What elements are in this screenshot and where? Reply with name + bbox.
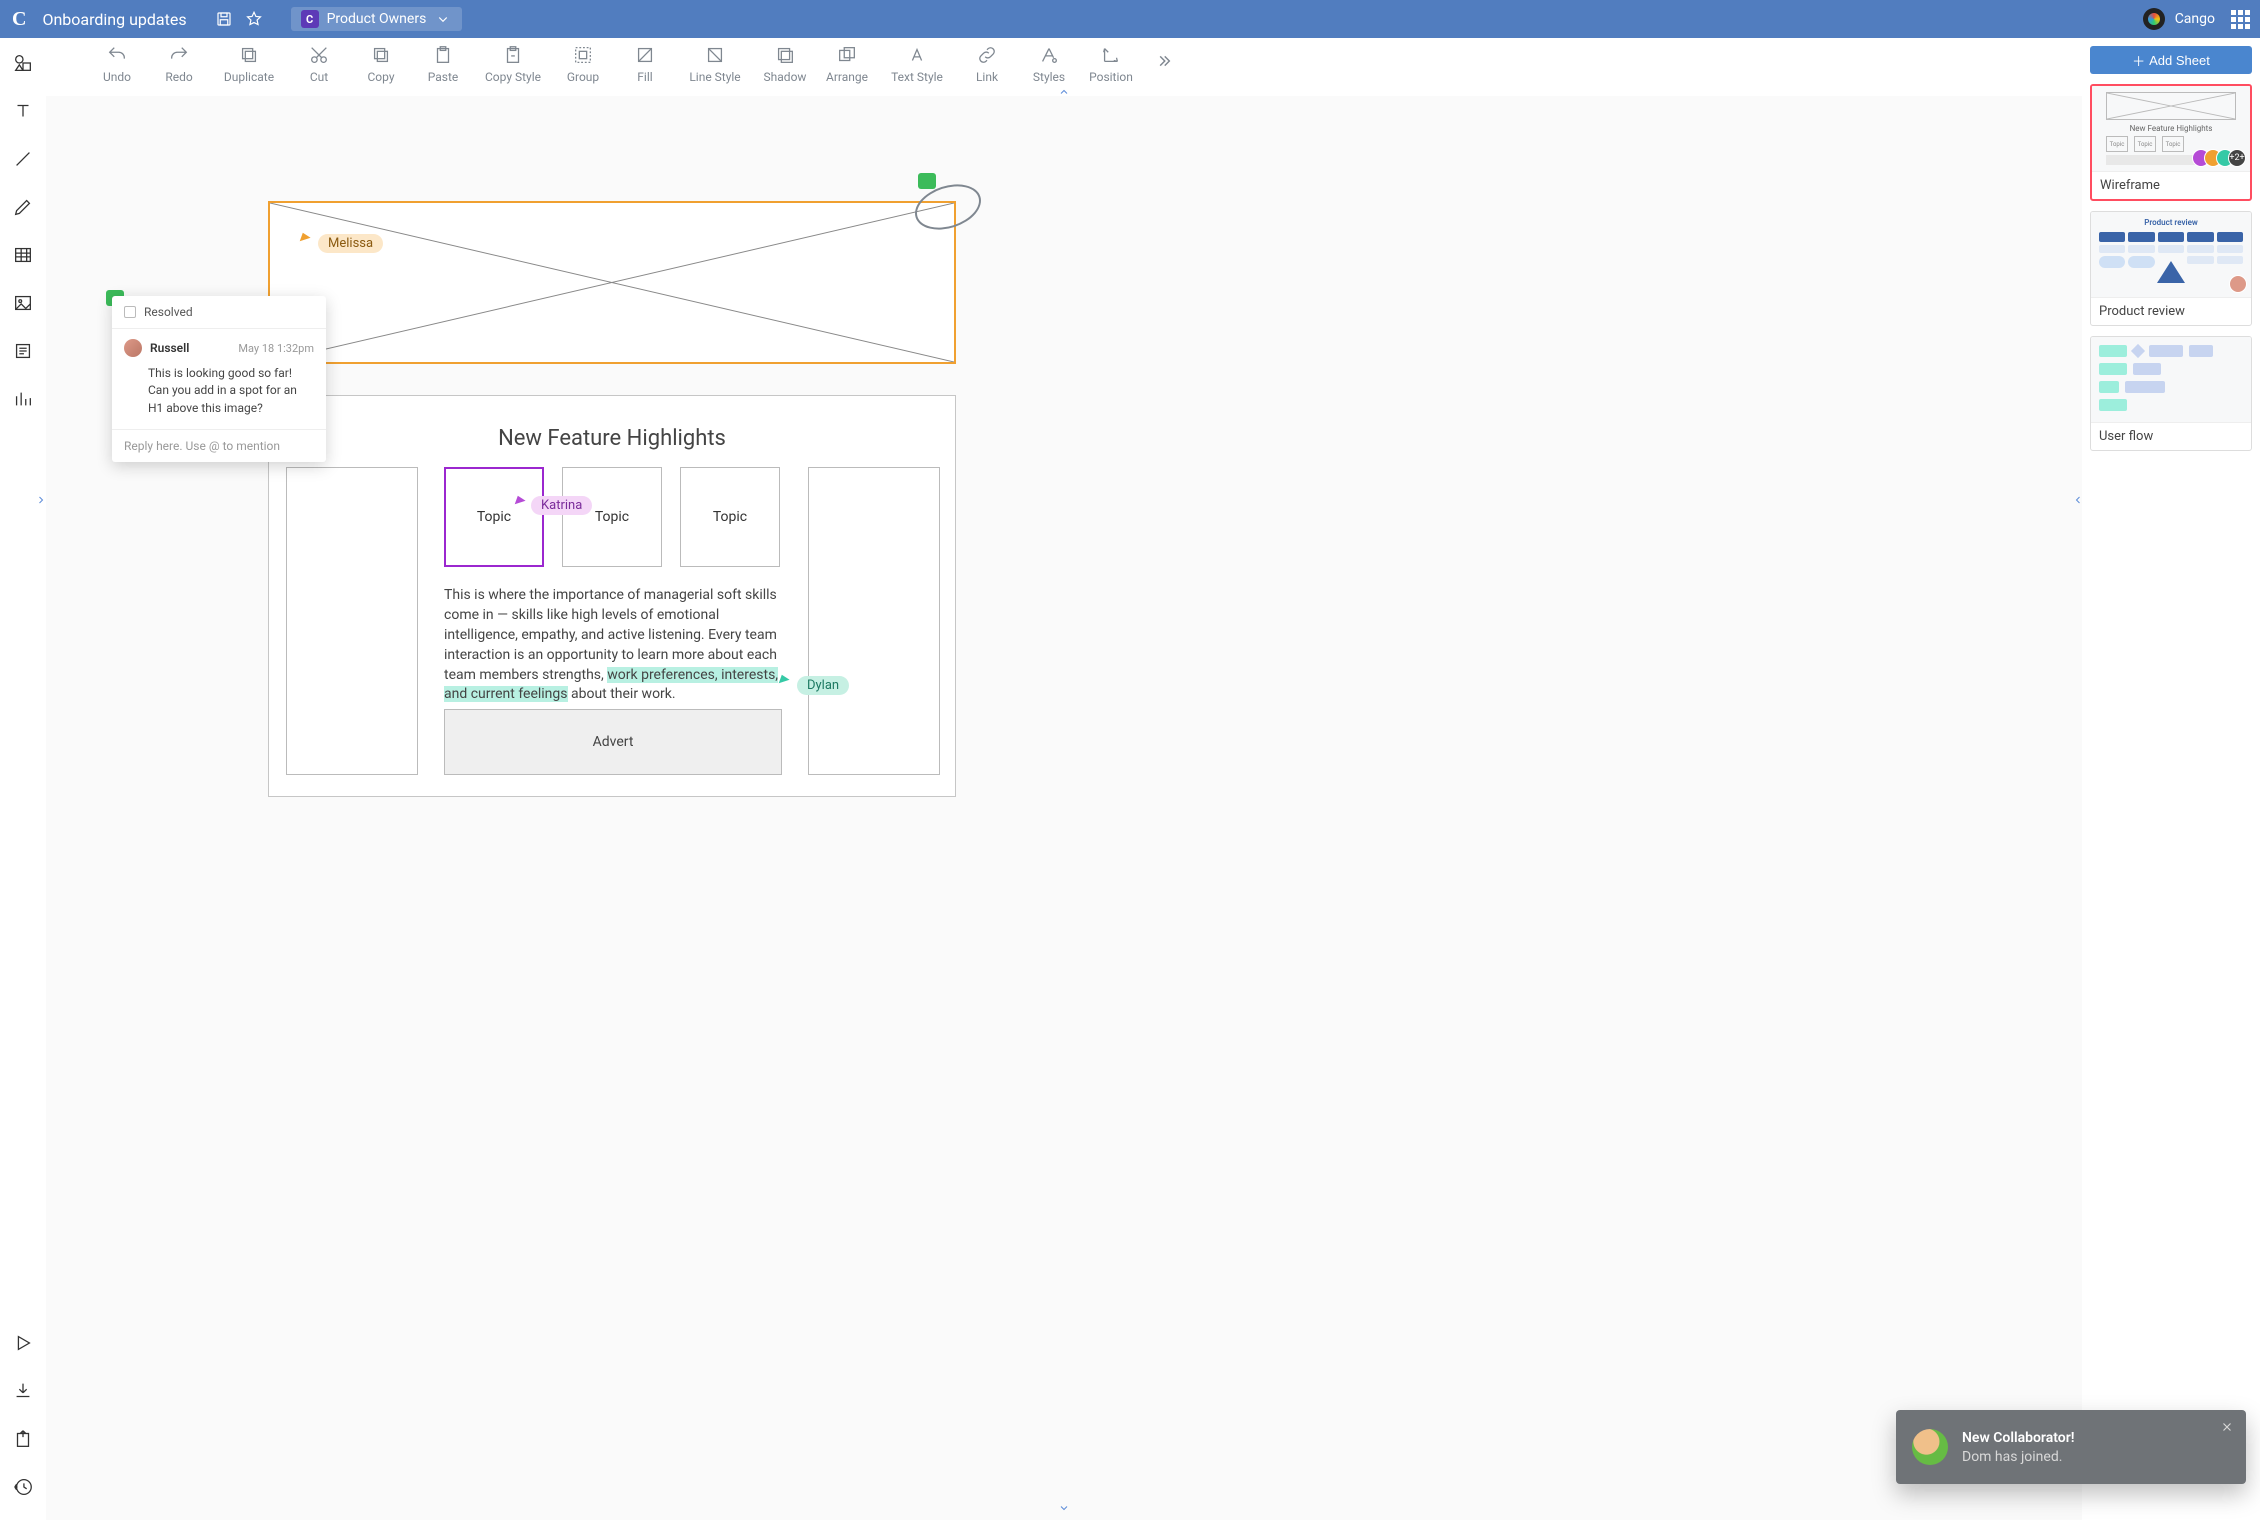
paste-button[interactable]: Paste bbox=[412, 44, 474, 84]
comment-body-text: This is looking good so far! Can you add… bbox=[124, 365, 314, 417]
canvas[interactable]: Melissa New Feature Highlights Topic Top… bbox=[46, 96, 2082, 1520]
brand-block[interactable]: Cango bbox=[2143, 8, 2221, 30]
save-icon[interactable] bbox=[215, 10, 233, 28]
tall-box-right[interactable] bbox=[808, 467, 940, 775]
toast-title: New Collaborator! bbox=[1962, 1430, 2074, 1446]
sheet-card-product-review[interactable]: Product review Product review bbox=[2090, 211, 2252, 326]
app-header: C Onboarding updates C Product Owners Ca… bbox=[0, 0, 2260, 38]
star-icon[interactable] bbox=[245, 10, 263, 28]
duplicate-button[interactable]: Duplicate bbox=[210, 44, 288, 84]
styles-button[interactable]: Styles bbox=[1018, 44, 1080, 84]
topic-box-3[interactable]: Topic bbox=[680, 467, 780, 567]
comment-reply-input[interactable]: Reply here. Use @ to mention bbox=[112, 430, 326, 462]
position-button[interactable]: Position bbox=[1080, 44, 1142, 84]
share-sheet-icon[interactable] bbox=[8, 1424, 38, 1454]
apps-grid-icon[interactable] bbox=[2231, 10, 2250, 29]
sheet-thumb: New Feature Highlights TopicTopicTopic +… bbox=[2092, 86, 2250, 172]
wireframe-body-text[interactable]: This is where the importance of manageri… bbox=[444, 586, 782, 705]
image-tool-icon[interactable] bbox=[8, 288, 38, 318]
group-button[interactable]: Group bbox=[552, 44, 614, 84]
line-style-button[interactable]: Line Style bbox=[676, 44, 754, 84]
comment-timestamp: May 18 1:32pm bbox=[238, 342, 314, 355]
line-tool-icon[interactable] bbox=[8, 144, 38, 174]
sheet-presence-avatars: +2+ bbox=[2198, 149, 2246, 167]
expand-canvas-down-icon[interactable] bbox=[1058, 1502, 1070, 1518]
link-button[interactable]: Link bbox=[956, 44, 1018, 84]
copy-button[interactable]: Copy bbox=[350, 44, 412, 84]
play-icon[interactable] bbox=[8, 1328, 38, 1358]
collab-cursor-melissa: Melissa bbox=[301, 224, 383, 253]
action-toolbar: Undo Redo Duplicate Cut Copy Paste Copy … bbox=[46, 38, 2082, 96]
resolved-checkbox[interactable] bbox=[124, 306, 136, 318]
cut-button[interactable]: Cut bbox=[288, 44, 350, 84]
sheets-panel: ＋ Add Sheet New Feature Highlights Topic… bbox=[2082, 38, 2260, 1520]
sheet-card-wireframe[interactable]: New Feature Highlights TopicTopicTopic +… bbox=[2090, 84, 2252, 201]
sheet-thumb bbox=[2091, 337, 2251, 423]
undo-button[interactable]: Undo bbox=[86, 44, 148, 84]
sheet-thumb: Product review bbox=[2091, 212, 2251, 298]
brand-logo-icon bbox=[2143, 8, 2165, 30]
collaborator-toast: New Collaborator! Dom has joined. bbox=[1896, 1410, 2246, 1484]
history-icon[interactable] bbox=[8, 1472, 38, 1502]
cursor-icon bbox=[515, 496, 527, 508]
left-tool-rail bbox=[0, 38, 46, 1520]
copy-style-button[interactable]: Copy Style bbox=[474, 44, 552, 84]
redo-button[interactable]: Redo bbox=[148, 44, 210, 84]
collab-cursor-dylan: Dylan bbox=[780, 666, 849, 695]
sheet-presence-avatars bbox=[2235, 275, 2247, 293]
pen-tool-icon[interactable] bbox=[8, 192, 38, 222]
topic-box-2[interactable]: Topic bbox=[562, 467, 662, 567]
toast-subtitle: Dom has joined. bbox=[1962, 1449, 2074, 1465]
collapse-right-panel-icon[interactable] bbox=[2072, 494, 2084, 510]
toast-close-icon[interactable] bbox=[2220, 1420, 2234, 1438]
toolbar-overflow-icon[interactable] bbox=[1142, 50, 1182, 72]
document-title[interactable]: Onboarding updates bbox=[42, 10, 186, 29]
comment-marker-icon[interactable] bbox=[918, 173, 936, 189]
comment-author-avatar bbox=[124, 339, 142, 357]
brand-name: Cango bbox=[2175, 11, 2215, 27]
cursor-icon bbox=[300, 233, 312, 245]
shapes-tool-icon[interactable] bbox=[8, 48, 38, 78]
advert-box[interactable]: Advert bbox=[444, 709, 782, 775]
team-chip-label: Product Owners bbox=[327, 11, 427, 27]
toast-avatar bbox=[1912, 1429, 1948, 1465]
sheet-card-user-flow[interactable]: User flow bbox=[2090, 336, 2252, 451]
team-chip[interactable]: C Product Owners bbox=[291, 7, 463, 31]
note-tool-icon[interactable] bbox=[8, 336, 38, 366]
collab-cursor-katrina: Katrina bbox=[516, 488, 592, 515]
table-tool-icon[interactable] bbox=[8, 240, 38, 270]
resolved-label: Resolved bbox=[144, 305, 193, 319]
download-icon[interactable] bbox=[8, 1376, 38, 1406]
add-sheet-button[interactable]: ＋ Add Sheet bbox=[2090, 46, 2252, 74]
cursor-icon bbox=[779, 675, 791, 687]
text-tool-icon[interactable] bbox=[8, 96, 38, 126]
comment-author-name: Russell bbox=[150, 341, 189, 355]
panel-heading: New Feature Highlights bbox=[269, 426, 955, 451]
tall-box-left[interactable] bbox=[286, 467, 418, 775]
sheet-label: Product review bbox=[2091, 298, 2251, 325]
app-logo[interactable]: C bbox=[12, 8, 26, 31]
arrange-button[interactable]: Arrange bbox=[816, 44, 878, 84]
sheet-label: User flow bbox=[2091, 423, 2251, 450]
text-style-button[interactable]: Text Style bbox=[878, 44, 956, 84]
chevron-down-icon bbox=[434, 10, 452, 28]
chart-tool-icon[interactable] bbox=[8, 384, 38, 414]
comment-thread-card: Resolved Russell May 18 1:32pm This is l… bbox=[112, 296, 326, 462]
sheet-label: Wireframe bbox=[2092, 172, 2250, 199]
fill-button[interactable]: Fill bbox=[614, 44, 676, 84]
team-chip-badge: C bbox=[301, 10, 319, 28]
topic-box-1[interactable]: Topic bbox=[444, 467, 544, 567]
shadow-button[interactable]: Shadow bbox=[754, 44, 816, 84]
